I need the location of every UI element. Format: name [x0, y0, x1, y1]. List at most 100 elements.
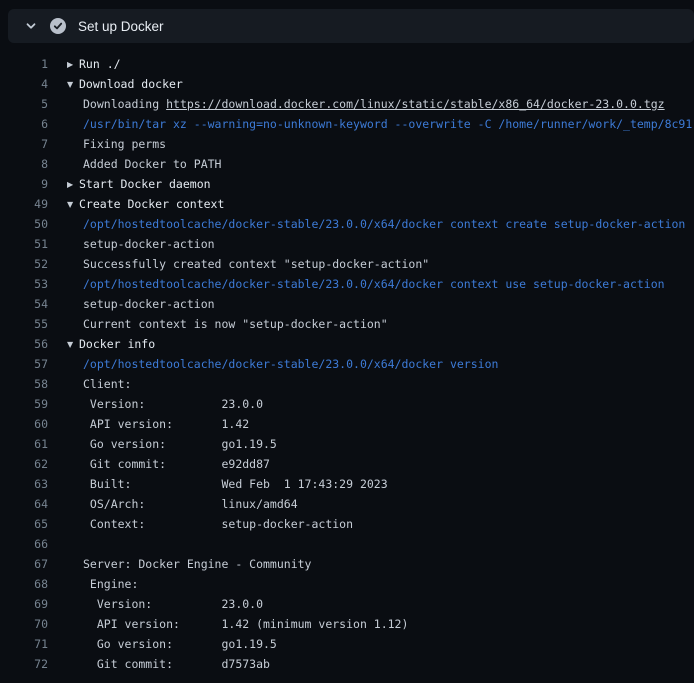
log-group-header[interactable]: ▼Create Docker context — [67, 194, 224, 214]
log-text: Version: 23.0.0 — [83, 594, 263, 614]
log-text: Go version: go1.19.5 — [83, 634, 277, 654]
log-text: Context: setup-docker-action — [83, 514, 353, 534]
chevron-down-icon[interactable] — [24, 19, 38, 33]
log-group-label: Start Docker daemon — [79, 177, 211, 191]
log-line: 68 Engine: — [0, 574, 694, 594]
workflow-log-viewer: Set up Docker 1▶Run ./4▼Download docker5… — [0, 0, 694, 683]
line-number[interactable]: 67 — [0, 554, 48, 574]
line-number[interactable]: 5 — [0, 94, 48, 114]
line-number[interactable]: 9 — [0, 174, 48, 194]
line-number[interactable]: 58 — [0, 374, 48, 394]
log-line[interactable]: 1 ▶Run ./ — [0, 54, 694, 74]
line-number[interactable]: 57 — [0, 354, 48, 374]
log-line: 5 Downloading https://download.docker.com… — [0, 94, 694, 114]
log-text: Downloading https://download.docker.com/… — [83, 94, 665, 114]
log-text: setup-docker-action — [83, 294, 215, 314]
log-group-header[interactable]: ▼Download docker — [67, 74, 183, 94]
log-line: 71 Go version: go1.19.5 — [0, 634, 694, 654]
line-number[interactable]: 59 — [0, 394, 48, 414]
log-line: 57/opt/hostedtoolcache/docker-stable/23.… — [0, 354, 694, 374]
log-line[interactable]: 9 ▶Start Docker daemon — [0, 174, 694, 194]
log-line: 55Current context is now "setup-docker-a… — [0, 314, 694, 334]
log-group-label: Create Docker context — [79, 197, 224, 211]
line-number[interactable]: 71 — [0, 634, 48, 654]
log-line: 70 API version: 1.42 (minimum version 1.… — [0, 614, 694, 634]
line-number[interactable]: 6 — [0, 114, 48, 134]
line-number[interactable]: 66 — [0, 534, 48, 554]
line-number[interactable]: 50 — [0, 214, 48, 234]
line-number[interactable]: 49 — [0, 194, 48, 214]
log-line[interactable]: 56 ▼Docker info — [0, 334, 694, 354]
log-text: API version: 1.42 (minimum version 1.12) — [83, 614, 408, 634]
log-text: API version: 1.42 — [83, 414, 249, 434]
line-number[interactable]: 63 — [0, 474, 48, 494]
log-line: 62 Git commit: e92dd87 — [0, 454, 694, 474]
triangle-down-icon: ▼ — [67, 335, 79, 355]
line-number[interactable]: 8 — [0, 154, 48, 174]
log-text: Successfully created context "setup-dock… — [83, 254, 429, 274]
step-title: Set up Docker — [78, 19, 164, 34]
log-line: 8 Added Docker to PATH — [0, 154, 694, 174]
log-group-header[interactable]: ▶Start Docker daemon — [67, 174, 211, 194]
line-number[interactable]: 64 — [0, 494, 48, 514]
log-line: 7 Fixing perms — [0, 134, 694, 154]
log-command-text: /usr/bin/tar xz --warning=no-unknown-key… — [83, 114, 692, 134]
line-number[interactable]: 70 — [0, 614, 48, 634]
triangle-right-icon: ▶ — [67, 175, 79, 195]
log-text: Version: 23.0.0 — [83, 394, 263, 414]
log-line: 66 — [0, 534, 694, 554]
log-text: OS/Arch: linux/amd64 — [83, 494, 298, 514]
triangle-right-icon: ▶ — [67, 55, 79, 75]
line-number[interactable]: 72 — [0, 654, 48, 674]
log-line: 52 Successfully created context "setup-do… — [0, 254, 694, 274]
log-text: Added Docker to PATH — [83, 154, 221, 174]
log-line: 54 setup-docker-action — [0, 294, 694, 314]
log-line: 65 Context: setup-docker-action — [0, 514, 694, 534]
line-number[interactable]: 4 — [0, 74, 48, 94]
line-number[interactable]: 1 — [0, 54, 48, 74]
log-command-text: /opt/hostedtoolcache/docker-stable/23.0.… — [83, 214, 685, 234]
line-number[interactable]: 69 — [0, 594, 48, 614]
log-text: Git commit: d7573ab — [83, 654, 270, 674]
log-line: 63 Built: Wed Feb 1 17:43:29 2023 — [0, 474, 694, 494]
log-text: Git commit: e92dd87 — [83, 454, 270, 474]
log-line: 72 Git commit: d7573ab — [0, 654, 694, 674]
log-url-link[interactable]: https://download.docker.com/linux/static… — [166, 97, 665, 111]
line-number[interactable]: 62 — [0, 454, 48, 474]
check-circle-icon — [50, 18, 66, 34]
log-group-header[interactable]: ▼Docker info — [67, 334, 155, 354]
line-number[interactable]: 60 — [0, 414, 48, 434]
log-line: 64 OS/Arch: linux/amd64 — [0, 494, 694, 514]
line-number[interactable]: 53 — [0, 274, 48, 294]
log-command-text: /opt/hostedtoolcache/docker-stable/23.0.… — [83, 274, 665, 294]
log-line: 53/opt/hostedtoolcache/docker-stable/23.… — [0, 274, 694, 294]
line-number[interactable]: 61 — [0, 434, 48, 454]
log-line: 58 Client: — [0, 374, 694, 394]
log-line: 67Server: Docker Engine - Community — [0, 554, 694, 574]
log-text: Go version: go1.19.5 — [83, 434, 277, 454]
triangle-down-icon: ▼ — [67, 75, 79, 95]
log-group-header[interactable]: ▶Run ./ — [67, 54, 121, 74]
log-text: Engine: — [83, 574, 138, 594]
log-group-label: Docker info — [79, 337, 155, 351]
line-number[interactable]: 56 — [0, 334, 48, 354]
log-line: 60 API version: 1.42 — [0, 414, 694, 434]
step-header[interactable]: Set up Docker — [8, 9, 694, 43]
log-line: 69 Version: 23.0.0 — [0, 594, 694, 614]
line-number[interactable]: 51 — [0, 234, 48, 254]
line-number[interactable]: 52 — [0, 254, 48, 274]
line-number[interactable]: 68 — [0, 574, 48, 594]
log-text: Fixing perms — [83, 134, 166, 154]
line-number[interactable]: 7 — [0, 134, 48, 154]
log-group-label: Run ./ — [79, 57, 121, 71]
log-group-label: Download docker — [79, 77, 183, 91]
log-line: 59 Version: 23.0.0 — [0, 394, 694, 414]
log-line: 50/opt/hostedtoolcache/docker-stable/23.… — [0, 214, 694, 234]
line-number[interactable]: 55 — [0, 314, 48, 334]
line-number[interactable]: 65 — [0, 514, 48, 534]
line-number[interactable]: 54 — [0, 294, 48, 314]
log-line[interactable]: 4 ▼Download docker — [0, 74, 694, 94]
triangle-down-icon: ▼ — [67, 195, 79, 215]
log-text: Client: — [83, 374, 131, 394]
log-line[interactable]: 49 ▼Create Docker context — [0, 194, 694, 214]
